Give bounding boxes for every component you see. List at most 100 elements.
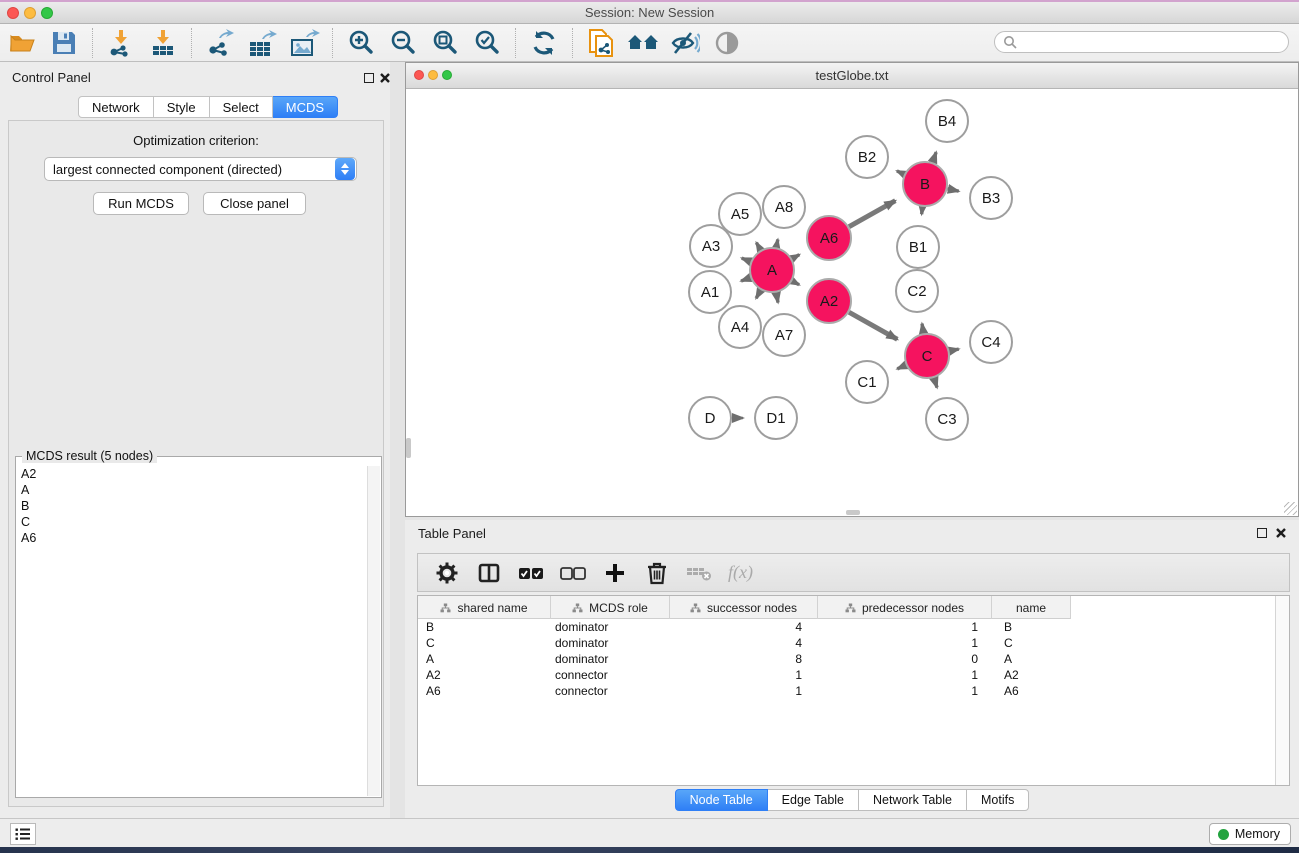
graph-node-C2[interactable]: C2: [896, 270, 938, 312]
graph-node-C[interactable]: C: [905, 334, 949, 378]
float-panel-icon[interactable]: [364, 73, 374, 83]
apply-layout-icon[interactable]: [526, 27, 562, 59]
function-builder-icon[interactable]: f(x): [728, 562, 753, 583]
table-row[interactable]: A6connector11A6: [418, 683, 1275, 699]
close-panel-icon[interactable]: [379, 72, 391, 84]
graph-edge-A-A2[interactable]: [792, 281, 799, 285]
graph-node-D1[interactable]: D1: [755, 397, 797, 439]
delete-table-icon[interactable]: [686, 560, 712, 586]
open-file-icon[interactable]: [4, 27, 40, 59]
table-row[interactable]: A2connector11A2: [418, 667, 1275, 683]
add-column-icon[interactable]: [602, 560, 628, 586]
graph-node-A3[interactable]: A3: [690, 225, 732, 267]
close-panel-button[interactable]: Close panel: [203, 192, 306, 215]
graph-node-A2[interactable]: A2: [807, 279, 851, 323]
save-session-icon[interactable]: [46, 27, 82, 59]
mcds-result-item[interactable]: A: [19, 482, 365, 498]
column-header-predecessor-nodes[interactable]: predecessor nodes: [818, 596, 992, 619]
table-close-panel-icon[interactable]: [1275, 527, 1287, 539]
graph-node-C3[interactable]: C3: [926, 398, 968, 440]
export-table-icon[interactable]: [244, 27, 280, 59]
graph-node-D[interactable]: D: [689, 397, 731, 439]
import-table-icon[interactable]: [145, 27, 181, 59]
graph-edge-C-C3[interactable]: [934, 378, 937, 388]
tab-mcds[interactable]: MCDS: [273, 96, 338, 118]
graph-edge-A-A1[interactable]: [741, 278, 750, 281]
network-horizontal-scroll-thumb[interactable]: [846, 510, 860, 515]
first-neighbors-icon[interactable]: [625, 27, 661, 59]
network-vertical-scroll-thumb[interactable]: [406, 438, 411, 458]
zoom-selected-icon[interactable]: [469, 27, 505, 59]
network-graph[interactable]: A A1 A2 A3 A4 A5 A6 A7 A8 B B1 B2 B3B4 C C1 C2 C3C4 D D1: [406, 89, 1298, 516]
zoom-out-icon[interactable]: [385, 27, 421, 59]
graph-edge-A-A3[interactable]: [742, 258, 751, 261]
search-input[interactable]: [994, 31, 1289, 53]
tab-network[interactable]: Network: [78, 96, 154, 118]
graph-node-B[interactable]: B: [903, 162, 947, 206]
graph-node-C4[interactable]: C4: [970, 321, 1012, 363]
graph-node-A1[interactable]: A1: [689, 271, 731, 313]
graph-edge-C-C4[interactable]: [949, 349, 958, 351]
graph-node-C1[interactable]: C1: [846, 361, 888, 403]
graph-edge-B-B1[interactable]: [922, 207, 923, 214]
column-header-shared-name[interactable]: shared name: [418, 596, 551, 619]
graph-edge-C-C1[interactable]: [897, 365, 906, 369]
column-header-successor-nodes[interactable]: successor nodes: [670, 596, 818, 619]
graph-node-B3[interactable]: B3: [970, 177, 1012, 219]
mcds-list-scrollbar[interactable]: [367, 466, 380, 796]
select-all-columns-icon[interactable]: [518, 560, 544, 586]
graph-edge-B-B4[interactable]: [933, 152, 937, 162]
hide-details-icon[interactable]: [667, 27, 703, 59]
graph-node-A4[interactable]: A4: [719, 306, 761, 348]
task-history-button[interactable]: [10, 823, 36, 845]
table-options-gear-icon[interactable]: [434, 560, 460, 586]
graph-edge-A-A8[interactable]: [776, 239, 778, 247]
graph-edge-A-A7[interactable]: [776, 293, 778, 303]
graph-node-A5[interactable]: A5: [719, 193, 761, 235]
graph-node-A7[interactable]: A7: [763, 314, 805, 356]
graph-node-A8[interactable]: A8: [763, 186, 805, 228]
criterion-select[interactable]: largest connected component (directed): [44, 157, 357, 181]
tab-motifs[interactable]: Motifs: [967, 789, 1029, 811]
graph-edge-A6-B[interactable]: [849, 201, 895, 227]
mcds-result-list[interactable]: A2ABCA6: [19, 466, 365, 794]
table-scrollbar[interactable]: [1275, 596, 1289, 785]
tab-network-table[interactable]: Network Table: [859, 789, 967, 811]
graph-node-B4[interactable]: B4: [926, 100, 968, 142]
tab-select[interactable]: Select: [210, 96, 273, 118]
graph-edge-A-A5[interactable]: [756, 243, 760, 250]
graph-edge-B-B2[interactable]: [897, 171, 904, 174]
mcds-result-item[interactable]: A6: [19, 530, 365, 546]
graph-edge-C-C2[interactable]: [922, 324, 923, 334]
mcds-result-item[interactable]: B: [19, 498, 365, 514]
export-network-icon[interactable]: [202, 27, 238, 59]
duplicate-network-icon[interactable]: [583, 27, 619, 59]
column-header-MCDS-role[interactable]: MCDS role: [551, 596, 670, 619]
zoom-fit-icon[interactable]: [427, 27, 463, 59]
network-canvas[interactable]: A A1 A2 A3 A4 A5 A6 A7 A8 B B1 B2 B3B4 C C1 C2 C3C4 D D1: [406, 89, 1298, 516]
graph-node-A[interactable]: A: [750, 248, 794, 292]
tab-node-table[interactable]: Node Table: [675, 789, 768, 811]
show-details-icon[interactable]: [709, 27, 745, 59]
graph-edge-B-B3[interactable]: [947, 189, 958, 191]
table-row[interactable]: Cdominator41C: [418, 635, 1275, 651]
mcds-result-item[interactable]: C: [19, 514, 365, 530]
graph-edge-A2-C[interactable]: [849, 312, 897, 339]
tab-edge-table[interactable]: Edge Table: [768, 789, 859, 811]
graph-node-B2[interactable]: B2: [846, 136, 888, 178]
delete-column-icon[interactable]: [644, 560, 670, 586]
run-mcds-button[interactable]: Run MCDS: [93, 192, 189, 215]
column-header-name[interactable]: name: [992, 596, 1071, 619]
table-row[interactable]: Adominator80A: [418, 651, 1275, 667]
table-row[interactable]: Bdominator41B: [418, 619, 1275, 635]
graph-node-A6[interactable]: A6: [807, 216, 851, 260]
zoom-in-icon[interactable]: [343, 27, 379, 59]
memory-button[interactable]: Memory: [1209, 823, 1291, 845]
tab-style[interactable]: Style: [154, 96, 210, 118]
graph-node-B1[interactable]: B1: [897, 226, 939, 268]
graph-edge-A-A4[interactable]: [756, 290, 761, 298]
show-columns-icon[interactable]: [476, 560, 502, 586]
export-image-icon[interactable]: [286, 27, 322, 59]
table-float-panel-icon[interactable]: [1257, 528, 1267, 538]
graph-edge-A-A6[interactable]: [792, 255, 799, 259]
